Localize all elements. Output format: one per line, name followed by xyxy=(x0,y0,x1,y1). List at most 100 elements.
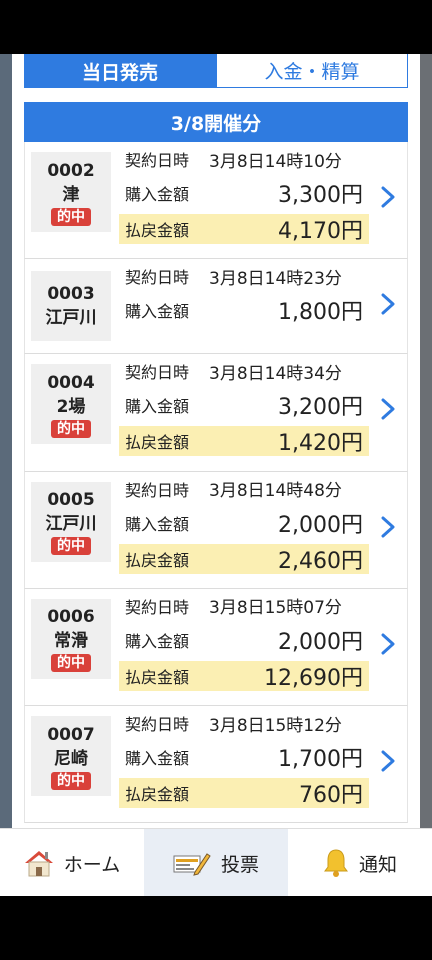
venue-name: 江戸川 xyxy=(45,308,97,329)
payout-line: 払戻金額 2,460円 xyxy=(119,543,369,574)
nav-vote[interactable]: 投票 xyxy=(144,829,288,897)
contract-datetime-line: 契約日時 3月8日14時34分 xyxy=(119,356,369,386)
purchase-line: 購入金額 1,700円 xyxy=(119,742,369,772)
nav-notify-label: 通知 xyxy=(358,853,397,876)
home-icon xyxy=(24,851,53,877)
system-nav-bar xyxy=(0,896,432,960)
purchase-line: 購入金額 2,000円 xyxy=(119,625,369,655)
bell-icon xyxy=(323,849,348,877)
bet-row[interactable]: 0004 2場 的中 契約日時 3月8日14時34分 購入金額 3,200円 払戻金額 1,42… xyxy=(24,354,408,472)
nav-home-label: ホーム xyxy=(63,853,121,876)
bet-row[interactable]: 0003 江戸川 契約日時 3月8日14時23分 購入金額 1,800円 xyxy=(24,259,408,355)
purchase-amount: 1,700円 xyxy=(278,747,363,773)
status-bar xyxy=(0,0,432,54)
venue-name: 常滑 xyxy=(54,631,88,652)
contract-datetime: 3月8日15時07分 xyxy=(209,598,342,619)
payout-label: 払戻金額 xyxy=(125,785,190,805)
hit-badge: 的中 xyxy=(51,771,91,790)
purchase-line: 購入金額 3,200円 xyxy=(119,390,369,420)
payout-line: 払戻金額 4,170円 xyxy=(119,214,369,244)
tab-deposit-settlement[interactable]: 入金・精算 xyxy=(216,54,408,88)
venue-name: 2場 xyxy=(56,396,86,417)
purchase-label: 購入金額 xyxy=(125,397,190,417)
bet-row[interactable]: 0007 尼崎的中 契約日時 3月8日15時12分 購入金額 1,700円払戻金額 760円 xyxy=(24,706,408,824)
background-right xyxy=(420,54,432,828)
payout-line: 払戻金額 12,690円 xyxy=(119,660,369,691)
purchase-label: 購入金額 xyxy=(125,514,190,534)
purchase-label: 購入金額 xyxy=(125,185,190,204)
hit-badge: 的中 xyxy=(51,654,91,673)
contract-datetime: 3月8日14時34分 xyxy=(209,363,342,384)
date-label: 契約日時 xyxy=(125,268,190,288)
chevron-right-icon[interactable] xyxy=(377,394,399,424)
venue-name: 尼崎 xyxy=(54,748,88,769)
purchase-amount: 2,000円 xyxy=(278,512,363,538)
venue-box: 0003 江戸川 xyxy=(31,271,111,342)
ticket-pencil-icon xyxy=(173,853,211,876)
bet-list: 0002 津的中 契約日時 3月8日14時10分 購入金額 3,300円 払戻金額 4,170… xyxy=(24,142,408,824)
purchase-amount: 3,200円 xyxy=(278,395,363,421)
nav-vote-label: 投票 xyxy=(220,853,259,876)
venue-name: 江戸川 xyxy=(45,514,97,535)
payout-amount: 760円 xyxy=(299,783,363,809)
purchase-line: 購入金額 3,300円 xyxy=(119,178,369,208)
payout-amount: 4,170円 xyxy=(278,219,363,244)
bet-history-panel: 当日発売 入金・精算 3/8開催分 0002 津的中 契約日時 3月8日14時10分購… xyxy=(12,54,420,828)
contract-datetime: 3月8日14時23分 xyxy=(209,268,342,289)
chevron-right-icon[interactable] xyxy=(377,629,399,659)
payout-amount: 1,420円 xyxy=(278,431,363,457)
bet-row[interactable]: 0006 常滑的中 契約日時 3月8日15時07分 購入金額 2,000円払戻金額 12,6… xyxy=(24,588,408,707)
hit-badge: 的中 xyxy=(51,207,91,226)
purchase-amount: 1,800円 xyxy=(278,300,363,326)
purchase-line: 購入金額 2,000円 xyxy=(119,508,369,538)
date-label: 契約日時 xyxy=(125,363,190,383)
contract-datetime: 3月8日15時12分 xyxy=(209,715,342,736)
contract-datetime: 3月8日14時10分 xyxy=(209,151,342,172)
venue-box: 0007 尼崎的中 xyxy=(31,716,111,797)
contract-datetime-line: 契約日時 3月8日14時23分 xyxy=(119,261,369,291)
chevron-right-icon[interactable] xyxy=(377,289,399,319)
bet-number: 0007 xyxy=(47,724,95,745)
bet-row[interactable]: 0005 江戸川的中 契約日時 3月8日14時48分購入金額 2,000円払戻金額 2,4… xyxy=(24,471,408,589)
payout-label: 払戻金額 xyxy=(125,221,190,240)
chevron-right-icon[interactable] xyxy=(377,182,399,212)
payout-line: 払戻金額 760円 xyxy=(119,778,369,809)
venue-box: 0006 常滑的中 xyxy=(31,598,111,679)
bet-row[interactable]: 0002 津的中 契約日時 3月8日14時10分購入金額 3,300円払戻金額 4,170… xyxy=(24,142,408,260)
background-left xyxy=(0,54,12,828)
section-header: 3/8開催分 xyxy=(24,102,408,142)
purchase-amount: 3,300円 xyxy=(278,183,363,208)
chevron-right-icon[interactable] xyxy=(377,746,399,776)
purchase-line: 購入金額 1,800円 xyxy=(119,295,369,325)
payout-amount: 2,460円 xyxy=(278,548,363,574)
contract-datetime-line: 契約日時 3月8日14時10分 xyxy=(119,144,369,174)
tab-bar: 当日発売 入金・精算 xyxy=(24,54,420,90)
nav-home[interactable]: ホーム xyxy=(0,829,144,897)
tab-today-sale[interactable]: 当日発売 xyxy=(24,54,216,88)
bet-number: 0004 xyxy=(47,372,95,393)
date-label: 契約日時 xyxy=(125,597,190,617)
payout-label: 払戻金額 xyxy=(125,433,190,453)
hit-badge: 的中 xyxy=(51,537,91,556)
bottom-nav: ホーム 投票 通知 xyxy=(0,828,432,897)
bet-number: 0003 xyxy=(47,284,95,305)
bet-number: 0002 xyxy=(47,160,95,181)
chevron-right-icon[interactable] xyxy=(377,512,399,542)
purchase-label: 購入金額 xyxy=(125,302,190,322)
nav-notify[interactable]: 通知 xyxy=(288,829,432,897)
contract-datetime-line: 契約日時 3月8日15時07分 xyxy=(119,591,369,621)
bet-number: 0006 xyxy=(47,607,95,628)
contract-datetime-line: 契約日時 3月8日15時12分 xyxy=(119,708,369,738)
payout-label: 払戻金額 xyxy=(125,550,190,570)
date-label: 契約日時 xyxy=(125,480,190,500)
payout-line: 払戻金額 1,420円 xyxy=(119,426,369,457)
payout-amount: 12,690円 xyxy=(264,665,363,691)
date-label: 契約日時 xyxy=(125,715,190,735)
purchase-amount: 2,000円 xyxy=(278,629,363,655)
bet-number: 0005 xyxy=(47,490,95,511)
payout-label: 払戻金額 xyxy=(125,667,190,687)
purchase-label: 購入金額 xyxy=(125,749,190,769)
venue-name: 津 xyxy=(62,184,80,205)
purchase-label: 購入金額 xyxy=(125,631,190,651)
contract-datetime-line: 契約日時 3月8日14時48分 xyxy=(119,474,369,504)
